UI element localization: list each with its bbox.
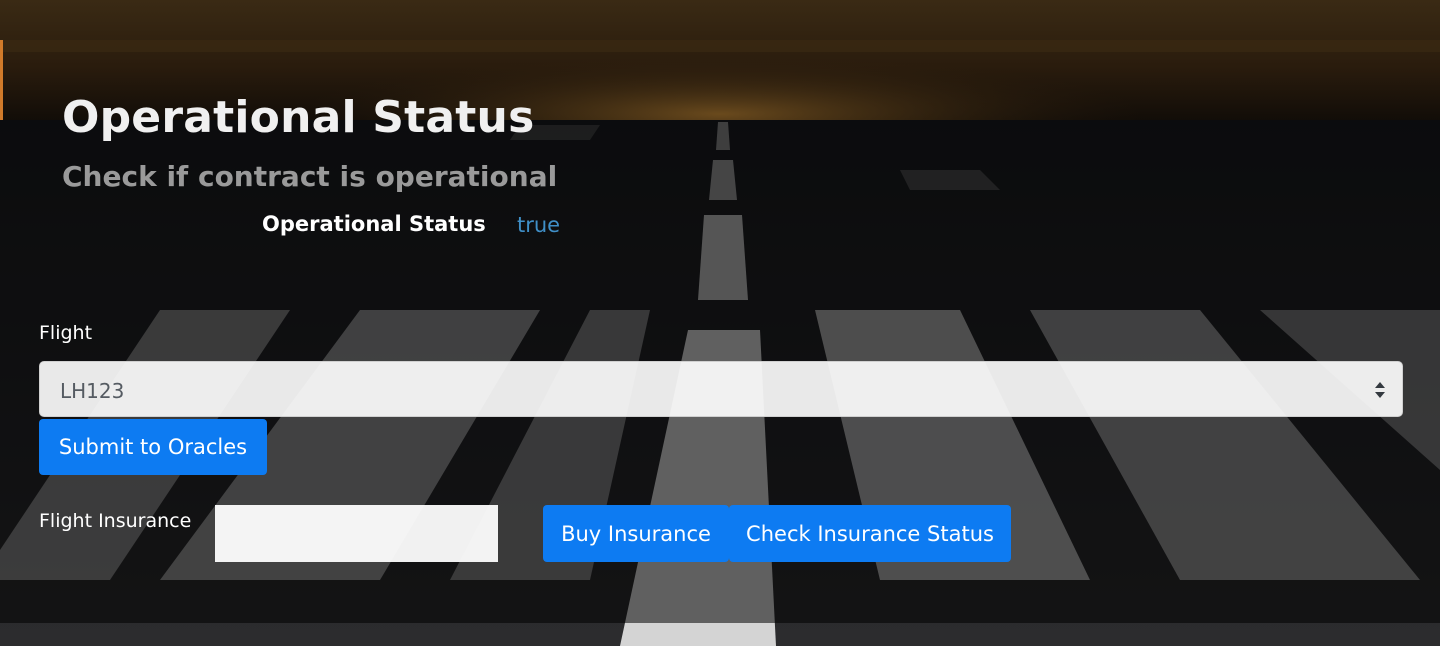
flight-select[interactable]: LH123	[39, 361, 1403, 417]
operational-status-value: true	[517, 213, 561, 237]
page-title: Operational Status	[62, 92, 535, 143]
select-arrows-icon	[1375, 382, 1385, 398]
insurance-amount-input[interactable]	[215, 505, 498, 562]
submit-to-oracles-button[interactable]: Submit to Oracles	[39, 419, 267, 475]
page-subtitle: Check if contract is operational	[62, 160, 558, 193]
check-insurance-status-button[interactable]: Check Insurance Status	[729, 505, 1011, 562]
flight-label: Flight	[39, 322, 93, 344]
flight-select-value: LH123	[60, 379, 125, 403]
flight-insurance-label: Flight Insurance	[39, 510, 192, 532]
buy-insurance-button[interactable]: Buy Insurance	[543, 505, 729, 562]
operational-status-label: Operational Status	[262, 212, 486, 236]
